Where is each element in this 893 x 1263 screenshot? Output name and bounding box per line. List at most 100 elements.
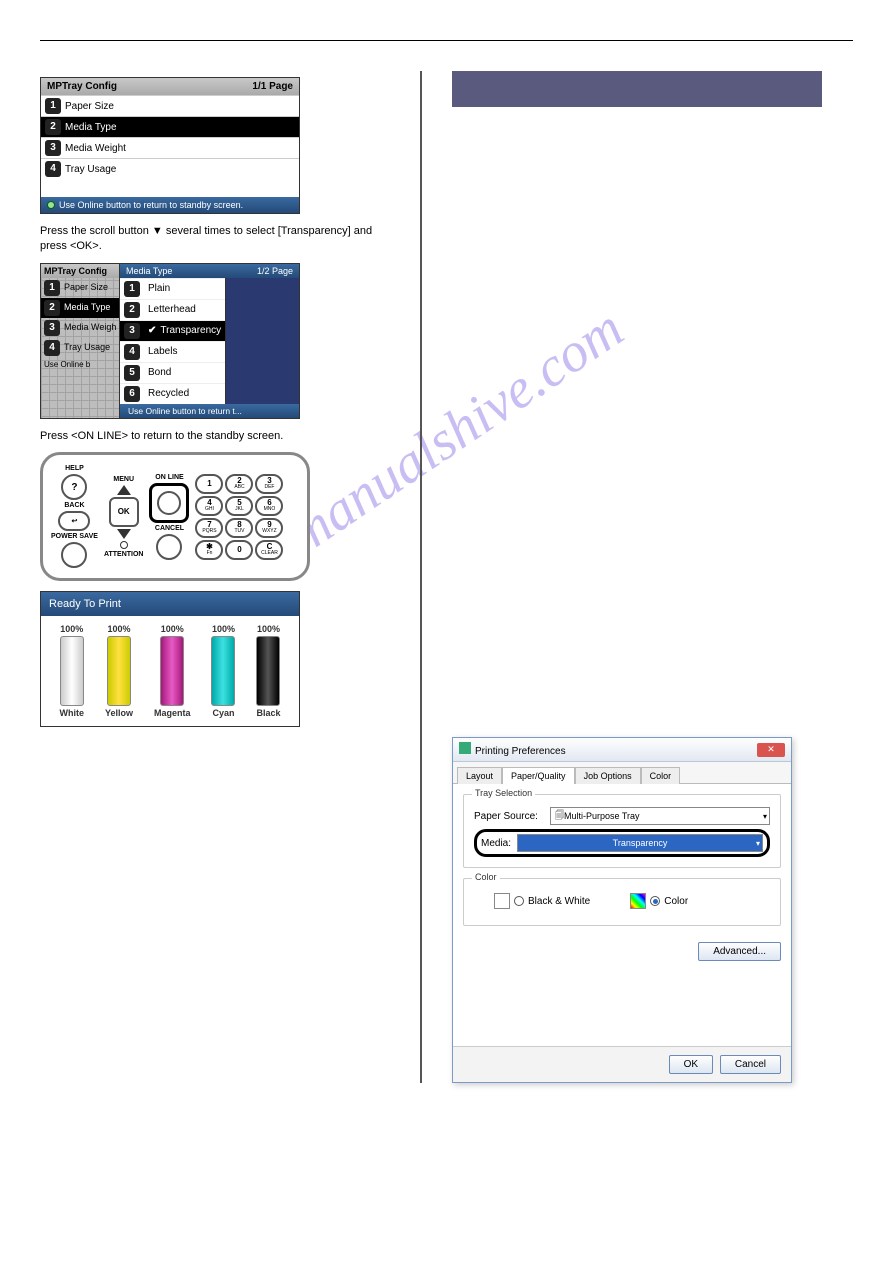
lcd1-title: MPTray Config: [47, 81, 117, 92]
toner-bar-cyan: [211, 636, 235, 706]
num-icon: 1: [44, 280, 60, 296]
lcd2-left-item: Paper Size: [64, 282, 108, 292]
online-button[interactable]: [157, 491, 181, 515]
key-9[interactable]: 9WXYZ: [255, 518, 283, 538]
key-7[interactable]: 7PQRS: [195, 518, 223, 538]
num-icon: 2: [44, 300, 60, 316]
toner-bar-white: [60, 636, 84, 706]
tab-paper-quality[interactable]: Paper/Quality: [502, 767, 575, 784]
media-combo[interactable]: Transparency ▾: [517, 834, 763, 852]
toner-bar-yellow: [107, 636, 131, 706]
ok-button[interactable]: OK: [109, 497, 139, 527]
lcd1-footer: Use Online button to return to standby s…: [59, 200, 243, 210]
num-icon: 4: [44, 340, 60, 356]
lcd1-item: Paper Size: [65, 101, 114, 112]
radio-color[interactable]: Color: [630, 893, 688, 909]
num-icon: 5: [124, 365, 140, 381]
key-4[interactable]: 4GHI: [195, 496, 223, 516]
num-icon: 3: [44, 320, 60, 336]
paper-source-combo[interactable]: 🗐 Multi-Purpose Tray ▾: [550, 807, 770, 825]
powersave-button[interactable]: [61, 542, 87, 568]
close-button[interactable]: ✕: [757, 743, 785, 757]
toner-status-panel: Ready To Print 100%White 100%Yellow 100%…: [40, 591, 300, 727]
bw-label: Black & White: [528, 896, 590, 907]
radio-bw[interactable]: Black & White: [494, 893, 590, 909]
paper-source-value: Multi-Purpose Tray: [564, 811, 640, 821]
num-icon: 3: [124, 323, 140, 339]
num-icon: 3: [45, 140, 61, 156]
lcd2-right-footer: Use Online button to return t...: [128, 406, 242, 416]
key-3[interactable]: 3DEF: [255, 474, 283, 494]
cancel-button[interactable]: Cancel: [720, 1055, 781, 1074]
advanced-button[interactable]: Advanced...: [698, 942, 781, 961]
toner-name: Cyan: [212, 708, 234, 718]
online-label: ON LINE: [155, 474, 183, 481]
scrollbar[interactable]: [225, 278, 299, 404]
color-label: Color: [664, 896, 688, 907]
toner-name: Yellow: [105, 708, 133, 718]
tray-selection-group: Tray Selection Paper Source: 🗐 Multi-Pur…: [463, 794, 781, 868]
tray-icon: 🗐: [555, 808, 564, 824]
key-1[interactable]: 1: [195, 474, 223, 494]
step-text: Press the scroll button ▼ several times …: [40, 224, 390, 255]
key-2[interactable]: 2ABC: [225, 474, 253, 494]
num-icon: 4: [45, 161, 61, 177]
radio-icon: [514, 896, 524, 906]
online-button-highlight: [149, 483, 189, 523]
lcd2-left-item: Media Type: [64, 302, 110, 312]
scroll-down-icon: ▼: [152, 225, 163, 237]
num-icon: 1: [45, 98, 61, 114]
num-icon: 2: [124, 302, 140, 318]
key-clear[interactable]: CCLEAR: [255, 540, 283, 560]
tab-layout[interactable]: Layout: [457, 767, 502, 784]
lcd2-right-title: Media Type: [126, 266, 172, 276]
down-button[interactable]: [117, 529, 131, 539]
key-8[interactable]: 8TUV: [225, 518, 253, 538]
toner-pct: 100%: [60, 624, 83, 634]
radio-icon: [650, 896, 660, 906]
help-button[interactable]: ?: [61, 474, 87, 500]
toner-name: Magenta: [154, 708, 191, 718]
check-icon: ✔: [148, 325, 156, 336]
lcd2-right-item: Labels: [148, 346, 177, 357]
lcd2-right-item: Transparency: [160, 325, 221, 336]
tab-color[interactable]: Color: [641, 767, 681, 784]
up-button[interactable]: [117, 485, 131, 495]
color-icon: [630, 893, 646, 909]
chevron-down-icon: ▾: [756, 839, 760, 848]
key-0[interactable]: 0: [225, 540, 253, 560]
toner-name: White: [59, 708, 84, 718]
lcd2-left-title: MPTray Config: [41, 264, 119, 278]
help-label: HELP: [65, 465, 84, 472]
numeric-keypad: 1 2ABC 3DEF 4GHI 5JKL 6MNO 7PQRS 8TUV 9W…: [195, 474, 283, 560]
group-legend: Color: [472, 872, 500, 882]
num-icon: 6: [124, 386, 140, 402]
toner-pct: 100%: [107, 624, 130, 634]
num-icon: 2: [45, 119, 61, 135]
back-button[interactable]: ↩: [58, 511, 90, 531]
section-heading-bar: [452, 71, 822, 107]
toner-pct: 100%: [212, 624, 235, 634]
key-5[interactable]: 5JKL: [225, 496, 253, 516]
lcd2-left-item: Tray Usage: [64, 342, 110, 352]
toner-bar-black: [256, 636, 280, 706]
lcd2-left-item: Media Weigh: [64, 322, 116, 332]
printing-preferences-dialog: Printing Preferences ✕ Layout Paper/Qual…: [452, 737, 792, 1083]
lcd2-right-item: Plain: [148, 283, 170, 294]
lcd2-right-item: Recycled: [148, 388, 189, 399]
lcd-media-type: MPTray Config 1Paper Size 2Media Type 3M…: [40, 263, 300, 419]
key-star[interactable]: ✱Fn: [195, 540, 223, 560]
online-dot-icon: [47, 201, 55, 209]
lcd2-right-page: 1/2 Page: [257, 266, 293, 276]
powersave-label: POWER SAVE: [51, 533, 98, 540]
key-6[interactable]: 6MNO: [255, 496, 283, 516]
num-icon: 1: [124, 281, 140, 297]
tab-job-options[interactable]: Job Options: [575, 767, 641, 784]
cancel-button[interactable]: [156, 534, 182, 560]
cancel-label: CANCEL: [155, 525, 184, 532]
back-label: BACK: [64, 502, 84, 509]
media-label: Media:: [481, 838, 511, 849]
lcd1-item: Media Type: [65, 122, 117, 133]
ok-button[interactable]: OK: [669, 1055, 713, 1074]
dialog-title: Printing Preferences: [475, 746, 566, 757]
